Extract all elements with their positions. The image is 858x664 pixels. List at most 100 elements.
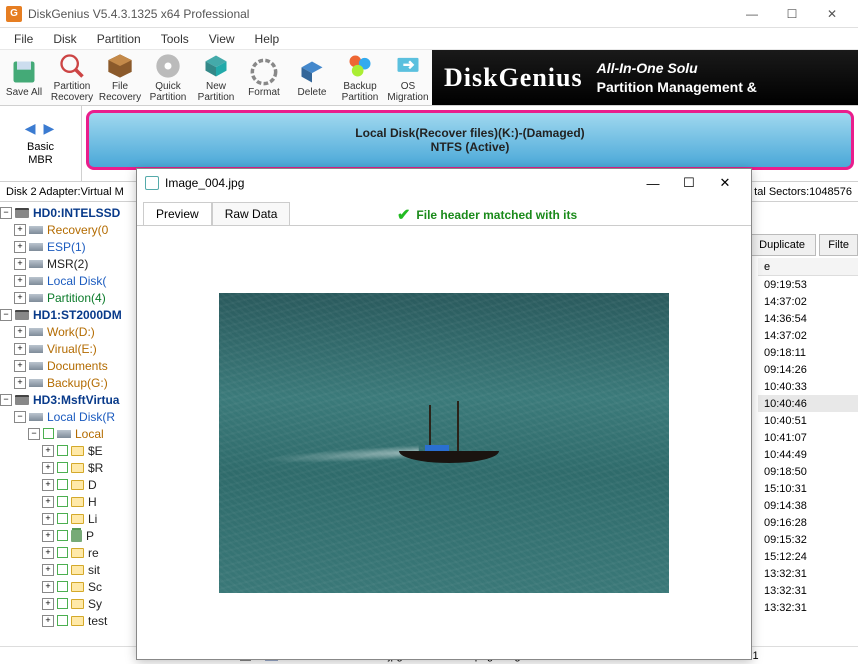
tab-raw-data[interactable]: Raw Data	[212, 202, 291, 225]
tree-checkbox[interactable]	[57, 462, 68, 473]
col-header-e[interactable]: e	[758, 258, 858, 276]
preview-minimize-button[interactable]: —	[635, 171, 671, 195]
tree-checkbox[interactable]	[57, 564, 68, 575]
menu-view[interactable]: View	[199, 30, 245, 48]
tree-checkbox[interactable]	[57, 598, 68, 609]
menu-help[interactable]: Help	[245, 30, 290, 48]
preview-window: Image_004.jpg — ☐ ✕ Preview Raw Data ✔ F…	[136, 168, 752, 660]
expand-toggle[interactable]: +	[42, 445, 54, 457]
partition-block[interactable]: Local Disk(Recover files)(K:)-(Damaged) …	[86, 110, 854, 170]
folder-icon	[71, 480, 84, 490]
tree-checkbox[interactable]	[43, 428, 54, 439]
expand-toggle[interactable]: +	[42, 581, 54, 593]
time-cell[interactable]: 13:32:31	[758, 599, 858, 616]
expand-toggle[interactable]: −	[0, 394, 12, 406]
expand-toggle[interactable]: +	[42, 615, 54, 627]
time-cell[interactable]: 09:19:53	[758, 276, 858, 293]
expand-toggle[interactable]: +	[14, 275, 26, 287]
tree-checkbox[interactable]	[57, 581, 68, 592]
tool-format[interactable]: Format	[240, 50, 288, 105]
expand-toggle[interactable]: +	[42, 462, 54, 474]
time-cell[interactable]: 09:14:38	[758, 497, 858, 514]
tool-file-recovery[interactable]: File Recovery	[96, 50, 144, 105]
tool-delete[interactable]: Delete	[288, 50, 336, 105]
tool-save-all[interactable]: Save All	[0, 50, 48, 105]
tree-checkbox[interactable]	[57, 479, 68, 490]
close-button[interactable]: ✕	[812, 2, 852, 26]
expand-toggle[interactable]: +	[14, 241, 26, 253]
time-cell[interactable]: 09:18:50	[758, 463, 858, 480]
box-icon	[106, 52, 134, 80]
time-cell[interactable]: 15:12:24	[758, 548, 858, 565]
time-cell[interactable]: 09:16:28	[758, 514, 858, 531]
time-cell[interactable]: 10:44:49	[758, 446, 858, 463]
tab-preview[interactable]: Preview	[143, 202, 212, 225]
time-cell[interactable]: 14:37:02	[758, 293, 858, 310]
expand-toggle[interactable]: +	[14, 360, 26, 372]
expand-toggle[interactable]: +	[14, 224, 26, 236]
expand-toggle[interactable]: +	[14, 292, 26, 304]
folder-icon	[71, 599, 84, 609]
partition-icon	[29, 260, 43, 268]
time-cell[interactable]: 13:32:31	[758, 582, 858, 599]
tree-checkbox[interactable]	[57, 513, 68, 524]
time-cell[interactable]: 10:40:51	[758, 412, 858, 429]
tool-quick-partition[interactable]: Quick Partition	[144, 50, 192, 105]
preview-maximize-button[interactable]: ☐	[671, 171, 707, 195]
tree-checkbox[interactable]	[57, 445, 68, 456]
expand-toggle[interactable]: −	[28, 428, 40, 440]
partition-icon	[29, 328, 43, 336]
tool-partition-recovery[interactable]: Partition Recovery	[48, 50, 96, 105]
expand-toggle[interactable]: −	[14, 411, 26, 423]
duplicate-button[interactable]: Duplicate	[748, 234, 816, 256]
expand-toggle[interactable]: −	[0, 207, 12, 219]
time-cell[interactable]: 10:40:46	[758, 395, 858, 412]
preview-close-button[interactable]: ✕	[707, 171, 743, 195]
partition-icon	[57, 430, 71, 438]
expand-toggle[interactable]: +	[42, 547, 54, 559]
expand-toggle[interactable]: +	[42, 530, 54, 542]
folder-icon	[71, 463, 84, 473]
time-cell[interactable]: 09:14:26	[758, 361, 858, 378]
menubar: File Disk Partition Tools View Help	[0, 28, 858, 50]
expand-toggle[interactable]: +	[42, 564, 54, 576]
time-cell[interactable]: 10:40:33	[758, 378, 858, 395]
tool-backup-partition[interactable]: Backup Partition	[336, 50, 384, 105]
expand-toggle[interactable]: +	[42, 598, 54, 610]
menu-partition[interactable]: Partition	[87, 30, 151, 48]
time-cell[interactable]: 10:41:07	[758, 429, 858, 446]
titlebar: G DiskGenius V5.4.3.1325 x64 Professiona…	[0, 0, 858, 28]
minimize-button[interactable]: —	[732, 2, 772, 26]
menu-file[interactable]: File	[4, 30, 43, 48]
expand-toggle[interactable]: +	[42, 479, 54, 491]
nav-arrows[interactable]: ◀ ▶	[25, 120, 56, 137]
tree-checkbox[interactable]	[57, 496, 68, 507]
tool-os-migration[interactable]: OS Migration	[384, 50, 432, 105]
tree-checkbox[interactable]	[57, 615, 68, 626]
time-cell[interactable]: 14:36:54	[758, 310, 858, 327]
preview-titlebar[interactable]: Image_004.jpg — ☐ ✕	[137, 169, 751, 197]
expand-toggle[interactable]: +	[14, 377, 26, 389]
tree-checkbox[interactable]	[57, 530, 68, 541]
expand-toggle[interactable]: +	[14, 258, 26, 270]
boat-illustration	[389, 433, 509, 463]
filter-button[interactable]: Filte	[819, 234, 858, 256]
time-cell[interactable]: 15:10:31	[758, 480, 858, 497]
disk-icon	[15, 208, 29, 218]
tree-checkbox[interactable]	[57, 547, 68, 558]
time-cell[interactable]: 09:18:11	[758, 344, 858, 361]
time-cell[interactable]: 14:37:02	[758, 327, 858, 344]
time-cell[interactable]: 13:32:31	[758, 565, 858, 582]
expand-toggle[interactable]: +	[42, 496, 54, 508]
expand-toggle[interactable]: +	[42, 513, 54, 525]
tool-new-partition[interactable]: New Partition	[192, 50, 240, 105]
menu-tools[interactable]: Tools	[151, 30, 199, 48]
expand-toggle[interactable]: +	[14, 343, 26, 355]
maximize-button[interactable]: ☐	[772, 2, 812, 26]
time-cell[interactable]: 09:15:32	[758, 531, 858, 548]
expand-toggle[interactable]: −	[0, 309, 12, 321]
partition-icon	[29, 226, 43, 234]
expand-toggle[interactable]: +	[14, 326, 26, 338]
menu-disk[interactable]: Disk	[43, 30, 86, 48]
image-file-icon	[145, 176, 159, 190]
